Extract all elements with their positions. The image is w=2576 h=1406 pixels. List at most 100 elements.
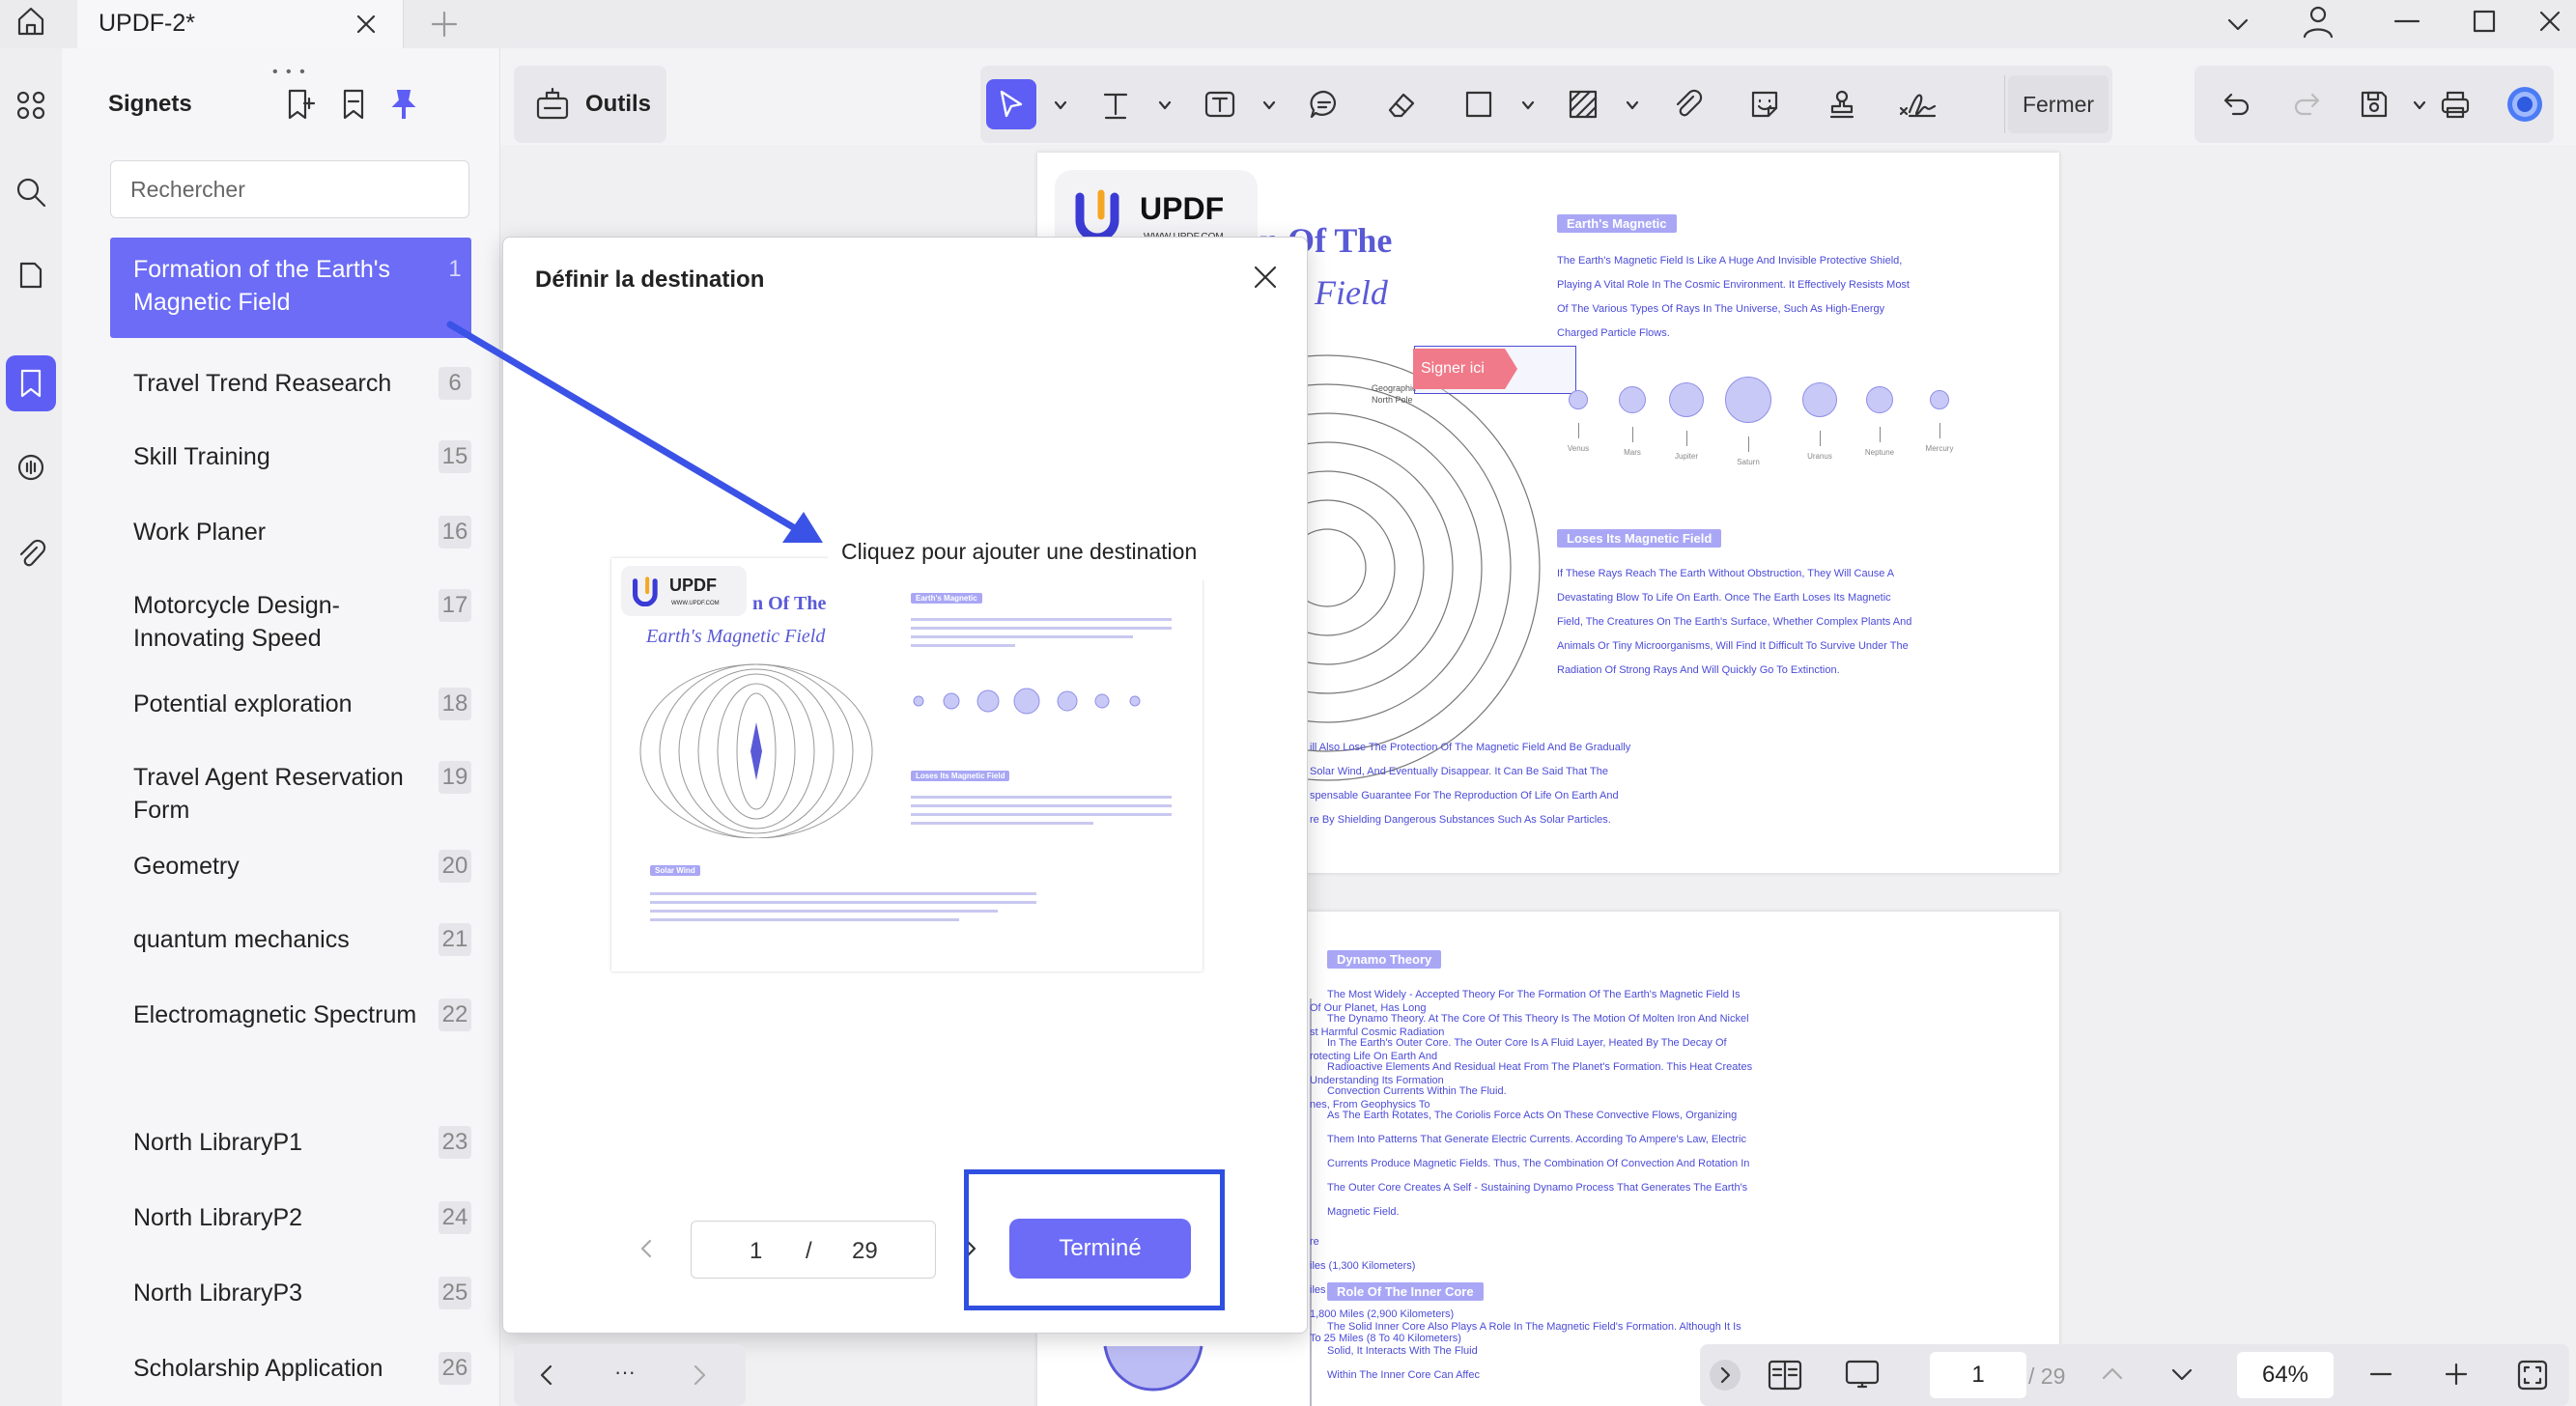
bookmark-item[interactable]: Electromagnetic Spectrum 22 — [110, 998, 471, 1064]
add-bookmark-icon[interactable] — [280, 85, 319, 124]
new-tab-icon[interactable] — [428, 8, 461, 41]
zoom-out-icon[interactable] — [2366, 1360, 2395, 1389]
signature-tool-icon[interactable] — [1892, 79, 1942, 129]
undo-icon[interactable] — [2212, 79, 2262, 129]
maximize-icon[interactable] — [2467, 4, 2502, 39]
print-icon[interactable] — [2430, 79, 2480, 129]
planet-tick — [1685, 431, 1687, 446]
shape-dropdown-icon[interactable] — [1521, 98, 1535, 112]
thumb-heading-magnetic: Earth's Magnetic — [911, 593, 982, 604]
bookmark-item[interactable]: Potential exploration 18 — [110, 688, 471, 720]
select-tool-icon[interactable] — [986, 79, 1036, 129]
select-dropdown-icon[interactable] — [1054, 98, 1067, 112]
zoom-level[interactable]: 64% — [2237, 1352, 2334, 1398]
expand-icon[interactable] — [1710, 1360, 1741, 1391]
search-input[interactable] — [110, 160, 469, 218]
solar-paragraph: ill Also Lose The Protection Of The Magn… — [1310, 736, 1630, 832]
bookmark-label: Travel Trend Reasearch — [133, 370, 392, 397]
bookmark-page-number: 16 — [439, 516, 471, 548]
dialog-close-icon[interactable] — [1249, 261, 1282, 294]
page-layout-icon[interactable] — [1766, 1358, 1804, 1392]
text-tool-icon[interactable] — [1090, 79, 1141, 129]
minimize-icon[interactable] — [2390, 4, 2424, 39]
attachment-icon[interactable] — [6, 525, 56, 581]
pin-icon[interactable] — [384, 85, 423, 124]
thumbnails-icon[interactable] — [6, 77, 56, 133]
fit-page-icon[interactable] — [2515, 1358, 2550, 1392]
text-line: Magnetic Field. — [1327, 1206, 1400, 1218]
drag-handle[interactable]: • • • — [272, 64, 307, 81]
bookmark-item[interactable]: Scholarship Application 26 — [110, 1352, 471, 1385]
comment-tool-icon[interactable] — [1299, 79, 1349, 129]
textbox-dropdown-icon[interactable] — [1262, 98, 1276, 112]
page-up-icon[interactable] — [2098, 1360, 2127, 1389]
home-icon[interactable] — [12, 2, 50, 41]
bookmark-item[interactable]: Skill Training 15 — [110, 440, 471, 473]
redo-icon[interactable] — [2281, 79, 2332, 129]
eraser-tool-icon[interactable] — [1376, 79, 1427, 129]
left-rail — [0, 48, 62, 1406]
bookmark-page-number: 22 — [439, 998, 471, 1031]
page-number-box[interactable]: 1 / 29 — [691, 1221, 936, 1279]
bookmark-page-number: 18 — [439, 688, 471, 720]
thumb-text-lines-2 — [911, 790, 1172, 830]
area-tool-icon[interactable] — [1558, 79, 1608, 129]
search-icon[interactable] — [6, 164, 56, 220]
thumb-logo-url: WWW.UPDF.COM — [671, 601, 720, 606]
bookmark-item[interactable]: North LibraryP1 23 — [110, 1126, 471, 1159]
bookmark-item[interactable]: Motorcycle Design-Innovating Speed 17 — [110, 589, 471, 655]
comments-icon[interactable] — [6, 440, 56, 496]
close-tab-icon[interactable] — [352, 10, 381, 39]
bookmark-page-number: 25 — [439, 1277, 471, 1309]
stamp-tool-icon[interactable] — [1817, 79, 1867, 129]
bm-next-icon[interactable] — [686, 1362, 713, 1389]
text-line: Field, The Creatures On The Earth's Surf… — [1557, 616, 1912, 628]
area-dropdown-icon[interactable] — [1626, 98, 1639, 112]
textbox-tool-icon[interactable] — [1195, 79, 1245, 129]
bookmark-label: Electromagnetic Spectrum — [133, 1001, 417, 1028]
bookmark-page-number: 24 — [439, 1201, 471, 1234]
bookmarks-icon[interactable] — [6, 355, 56, 411]
page-down-icon[interactable] — [2167, 1360, 2196, 1389]
bottom-page-input[interactable]: 1 — [1930, 1352, 2026, 1398]
save-icon[interactable] — [2349, 79, 2399, 129]
prev-page-icon[interactable] — [635, 1236, 660, 1261]
rectangle-tool-icon[interactable] — [1454, 79, 1504, 129]
pages-icon[interactable] — [6, 247, 56, 303]
chevron-down-icon[interactable] — [2222, 8, 2254, 41]
presentation-icon[interactable] — [1843, 1358, 1882, 1392]
ai-assistant-icon[interactable] — [2500, 79, 2550, 129]
more-icon[interactable]: ··· — [614, 1360, 636, 1385]
bookmark-item[interactable]: North LibraryP2 24 — [110, 1201, 471, 1234]
page-thumbnail[interactable]: UPDF WWW.UPDF.COM n Of The Earth's Magne… — [611, 558, 1203, 971]
text-line: Them Into Patterns That Generate Electri… — [1327, 1134, 1746, 1145]
zoom-in-icon[interactable] — [2442, 1360, 2471, 1389]
bookmark-item[interactable]: quantum mechanics 21 — [110, 923, 471, 956]
panel-title: Signets — [108, 91, 192, 117]
page-current-input[interactable]: 1 — [750, 1238, 762, 1265]
text-line: If These Rays Reach The Earth Without Ob… — [1557, 568, 1895, 579]
bookmark-item[interactable]: Formation of the Earth's Magnetic Field 1 — [110, 238, 471, 338]
text-dropdown-icon[interactable] — [1158, 98, 1172, 112]
save-dropdown-icon[interactable] — [2413, 98, 2426, 112]
bm-prev-icon[interactable] — [533, 1362, 560, 1389]
loses-paragraph: If These Rays Reach The Earth Without Ob… — [1557, 562, 1911, 683]
close-button[interactable]: Fermer — [2008, 75, 2109, 133]
account-icon[interactable] — [2299, 2, 2337, 41]
bookmark-item[interactable]: Travel Agent Reservation Form 19 — [110, 761, 471, 827]
bookmark-page-number: 6 — [439, 367, 471, 400]
sign-here-tag[interactable]: Signer ici — [1413, 349, 1517, 389]
bookmark-icon[interactable] — [334, 85, 373, 124]
text-line: The Outer Core Creates A Self - Sustaini… — [1327, 1182, 1748, 1194]
tools-button[interactable]: Outils — [514, 66, 666, 143]
document-tab[interactable]: UPDF-2* — [77, 0, 404, 48]
bookmark-item[interactable]: Travel Trend Reasearch 6 — [110, 367, 471, 400]
planet-label: Mars — [1624, 448, 1641, 457]
bookmark-item[interactable]: Work Planer 16 — [110, 516, 471, 548]
bookmark-item[interactable]: North LibraryP3 25 — [110, 1277, 471, 1309]
bookmark-item[interactable]: Geometry 20 — [110, 850, 471, 883]
attach-tool-icon[interactable] — [1662, 79, 1713, 129]
sticker-tool-icon[interactable] — [1740, 79, 1790, 129]
text-line: Convection Currents Within The Fluid. — [1327, 1085, 1507, 1097]
close-window-icon[interactable] — [2533, 4, 2567, 39]
